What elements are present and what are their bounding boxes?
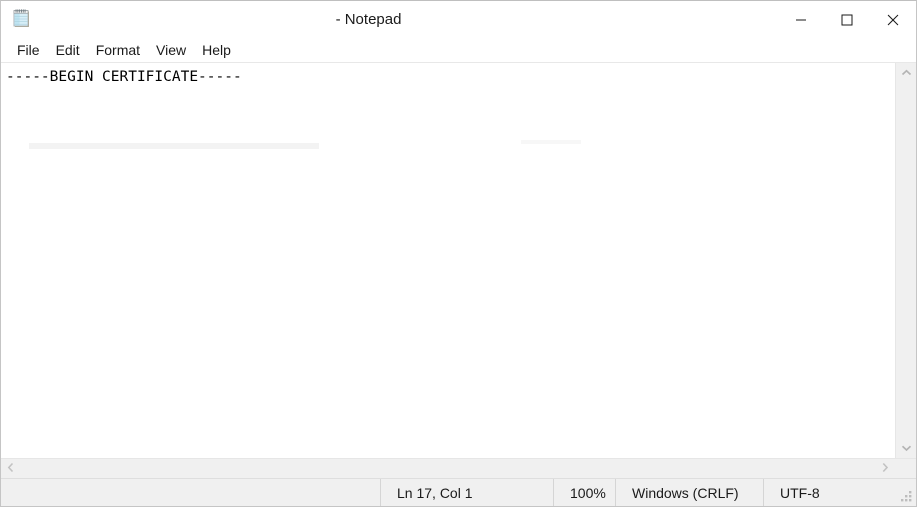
window-controls [778, 1, 916, 38]
menu-bar: File Edit Format View Help [1, 38, 916, 63]
text-editor[interactable]: -----BEGIN CERTIFICATE----- [1, 63, 895, 458]
menu-item-help[interactable]: Help [194, 38, 239, 62]
render-artifact-secondary [521, 140, 581, 144]
scroll-down-button[interactable] [896, 438, 916, 458]
close-icon [887, 14, 899, 26]
minimize-button[interactable] [778, 1, 824, 38]
title-bar[interactable]: - Notepad [1, 1, 916, 38]
horizontal-scrollbar[interactable] [1, 458, 916, 479]
scrollbar-corner [895, 458, 916, 479]
status-bar: Ln 17, Col 1 100% Windows (CRLF) UTF-8 [1, 478, 916, 506]
status-cursor-position[interactable]: Ln 17, Col 1 [381, 479, 554, 506]
scroll-up-button[interactable] [896, 63, 916, 83]
notepad-window: - Notepad File Edit Format View Help ---… [0, 0, 917, 507]
chevron-down-icon [901, 439, 912, 457]
render-artifact [29, 143, 319, 149]
scroll-left-button[interactable] [1, 459, 21, 478]
close-button[interactable] [870, 1, 916, 38]
scroll-right-button[interactable] [875, 459, 895, 478]
minimize-icon [795, 14, 807, 26]
chevron-right-icon [881, 460, 889, 478]
menu-item-format[interactable]: Format [88, 38, 148, 62]
chevron-left-icon [7, 460, 15, 478]
menu-item-edit[interactable]: Edit [48, 38, 88, 62]
menu-item-view[interactable]: View [148, 38, 194, 62]
editor-row: -----BEGIN CERTIFICATE----- [1, 63, 916, 458]
vertical-scrollbar[interactable] [895, 63, 916, 458]
status-bar-spacer [1, 479, 381, 506]
vertical-scroll-track[interactable] [896, 83, 916, 438]
status-zoom-level[interactable]: 100% [554, 479, 616, 506]
status-line-ending[interactable]: Windows (CRLF) [616, 479, 764, 506]
editor-body: -----BEGIN CERTIFICATE----- [1, 63, 916, 479]
status-encoding[interactable]: UTF-8 [764, 479, 894, 506]
horizontal-scroll-track[interactable] [21, 459, 875, 478]
chevron-up-icon [901, 64, 912, 82]
document-text: -----BEGIN CERTIFICATE----- [6, 69, 242, 85]
menu-item-file[interactable]: File [9, 38, 48, 62]
notepad-icon [11, 7, 35, 31]
maximize-button[interactable] [824, 1, 870, 38]
maximize-icon [841, 14, 853, 26]
resize-grip-icon[interactable] [900, 490, 913, 503]
